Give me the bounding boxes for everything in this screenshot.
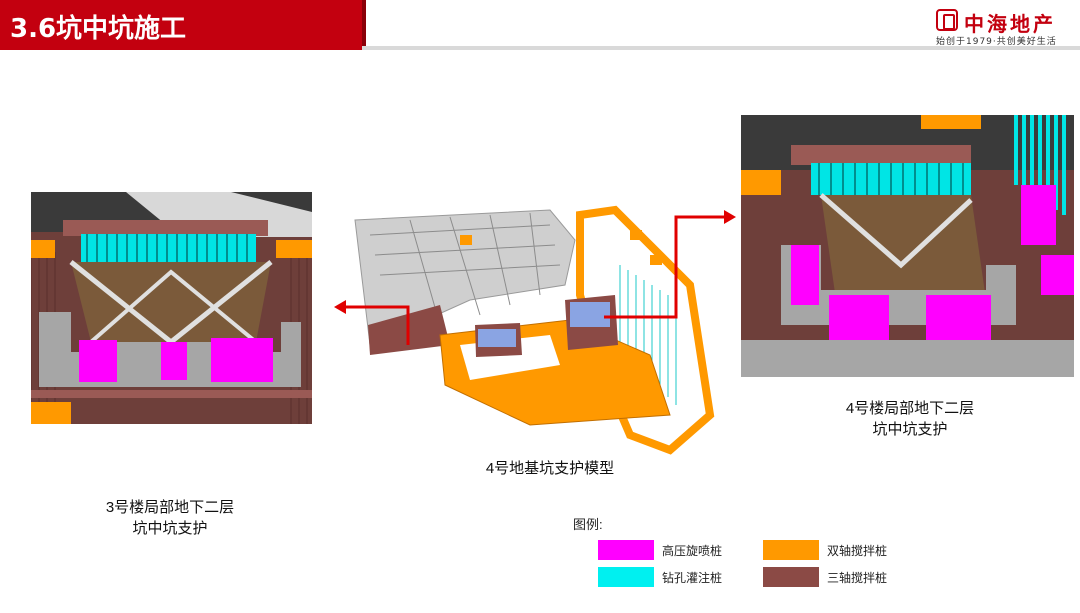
- page-title: 3.6坑中坑施工: [10, 14, 187, 44]
- building4-pit-image: [741, 115, 1074, 377]
- legend-label: 高压旋喷桩: [662, 544, 723, 558]
- title-bar: 3.6坑中坑施工: [0, 0, 366, 50]
- building4-caption: 4号楼局部地下二层 坑中坑支护: [790, 398, 1030, 440]
- legend-title: 图例:: [573, 517, 603, 532]
- legend-label: 双轴搅拌桩: [827, 544, 888, 558]
- building4-pit-render: [741, 115, 1074, 377]
- building4-caption-line1: 4号楼局部地下二层: [845, 400, 975, 417]
- arrow-to-building3-icon: [334, 300, 410, 345]
- logo-name: 中海地产: [964, 12, 1056, 36]
- legend-swatch-brown: [763, 567, 819, 587]
- building3-caption-line1: 3号楼局部地下二层: [105, 499, 235, 516]
- title-bar-shadow: [362, 0, 366, 50]
- building3-pit-render: [31, 192, 312, 424]
- logo-slogan: 始创于1979·共创美好生活: [936, 37, 1057, 47]
- building3-caption: 3号楼局部地下二层 坑中坑支护: [60, 497, 280, 539]
- logo-mark-icon: [936, 9, 958, 31]
- legend-swatch-cyan: [598, 567, 654, 587]
- building3-caption-line2: 坑中坑支护: [132, 520, 208, 537]
- legend-label: 钻孔灌注桩: [662, 571, 723, 585]
- legend-label: 三轴搅拌桩: [827, 571, 888, 585]
- building4-caption-line2: 坑中坑支护: [872, 421, 948, 438]
- legend-swatch-orange: [763, 540, 819, 560]
- company-logo: 中海地产 始创于1979·共创美好生活: [932, 6, 1078, 47]
- legend-swatch-magenta: [598, 540, 654, 560]
- model-caption: 4号地基坑支护模型: [485, 460, 615, 477]
- building3-pit-image: [31, 192, 312, 424]
- arrow-to-building4-icon: [604, 210, 736, 319]
